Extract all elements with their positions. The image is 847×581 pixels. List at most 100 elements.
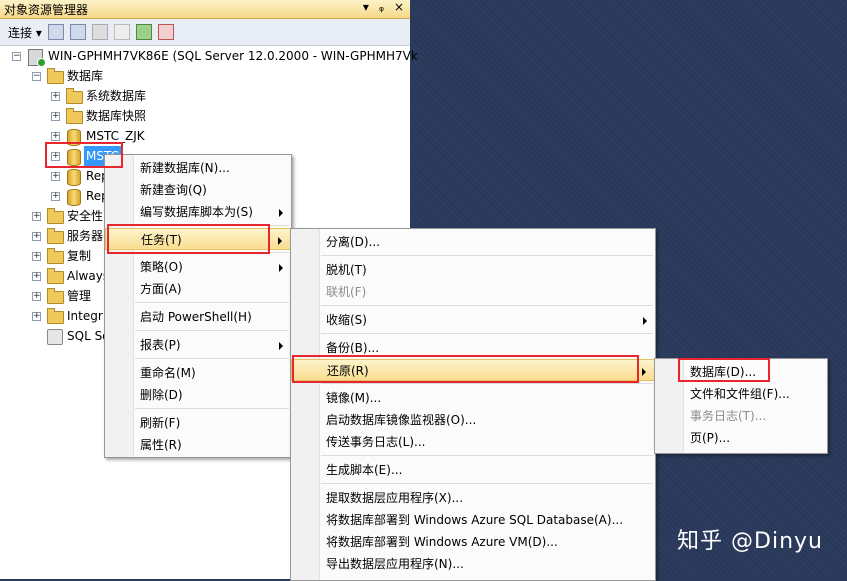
server-icon	[28, 49, 46, 67]
menu-item-extract-dac[interactable]: 提取数据层应用程序(X)...	[291, 487, 655, 509]
menu-item-restore-log[interactable]: 事务日志(T)...	[655, 405, 827, 427]
menu-item-powershell[interactable]: 启动 PowerShell(H)	[105, 306, 291, 328]
menu-item-restore-files[interactable]: 文件和文件组(F)...	[655, 383, 827, 405]
menu-item-restore-page[interactable]: 页(P)...	[655, 427, 827, 449]
expand-icon[interactable]: +	[32, 272, 41, 281]
menu-item-new-database[interactable]: 新建数据库(N)...	[105, 157, 291, 179]
server-objects-label: 服务器	[67, 229, 104, 243]
menu-item-reports[interactable]: 报表(P)	[105, 334, 291, 356]
tree-node-databases[interactable]: − 数据库	[0, 66, 410, 86]
pin-icon[interactable]: ᵩ	[379, 0, 384, 14]
menu-item-label: 页(P)...	[690, 431, 731, 445]
menu-item-facets[interactable]: 方面(A)	[105, 278, 291, 300]
system-databases-label: 系统数据库	[86, 89, 147, 103]
expand-icon[interactable]: +	[32, 312, 41, 321]
expand-icon[interactable]: +	[51, 192, 60, 201]
connect-explorer-icon[interactable]	[47, 24, 64, 40]
folder-icon	[47, 288, 64, 304]
menu-item-shrink[interactable]: 收缩(S)	[291, 309, 655, 331]
menu-item-label: 新建数据库(N)...	[140, 161, 230, 175]
menu-item-refresh[interactable]: 刷新(F)	[105, 412, 291, 434]
chevron-down-icon: ▾	[35, 25, 42, 40]
snapshots-label: 数据库快照	[86, 109, 147, 123]
menu-separator	[135, 358, 289, 359]
menu-item-policies[interactable]: 策略(O)	[105, 256, 291, 278]
menu-separator	[135, 330, 289, 331]
expand-icon[interactable]: +	[51, 92, 60, 101]
menu-item-log-shipping[interactable]: 传送事务日志(L)...	[291, 431, 655, 453]
folder-icon	[47, 268, 64, 284]
menu-item-properties[interactable]: 属性(R)	[105, 434, 291, 456]
disconnect-icon[interactable]	[69, 24, 86, 40]
databases-label: 数据库	[67, 69, 104, 83]
menu-item-detach[interactable]: 分离(D)...	[291, 231, 655, 253]
menu-item-label: 收缩(S)	[326, 313, 367, 327]
menu-item-deploy-azure-vm[interactable]: 将数据库部署到 Windows Azure VM(D)...	[291, 531, 655, 553]
menu-item-label: 启动 PowerShell(H)	[140, 310, 252, 324]
menu-item-export-dac[interactable]: 导出数据层应用程序(N)...	[291, 553, 655, 575]
refresh-icon[interactable]	[135, 24, 152, 40]
tree-node-server[interactable]: − WIN-GPHMH7VK86E (SQL Server 12.0.2000 …	[0, 46, 418, 67]
tree-node-system-databases[interactable]: + 系统数据库	[0, 86, 410, 106]
close-icon[interactable]: ×	[394, 0, 404, 14]
menu-item-label: 导出数据层应用程序(N)...	[326, 557, 464, 571]
menu-item-label: 删除(D)	[140, 388, 183, 402]
menu-item-mirror-monitor[interactable]: 启动数据库镜像监视器(O)...	[291, 409, 655, 431]
integration-label: Integr	[67, 309, 103, 323]
folder-icon	[47, 248, 64, 264]
expand-icon[interactable]: +	[51, 172, 60, 181]
filter-icon[interactable]	[113, 24, 130, 40]
replication-label: 复制	[67, 249, 92, 263]
folder-icon	[47, 68, 64, 84]
summary-icon[interactable]	[157, 24, 174, 40]
stop-icon[interactable]	[91, 24, 108, 40]
dropdown-icon[interactable]: ▾	[363, 0, 369, 14]
menu-item-label: 刷新(F)	[140, 416, 181, 430]
menu-separator	[321, 383, 653, 384]
database-icon	[67, 169, 81, 186]
menu-item-bring-online[interactable]: 联机(F)	[291, 281, 655, 303]
expand-icon[interactable]: +	[32, 212, 41, 221]
context-menu: 新建数据库(N)... 新建查询(Q) 编写数据库脚本为(S) 任务(T) 策略…	[104, 154, 292, 458]
folder-icon	[47, 228, 64, 244]
menu-separator	[135, 408, 289, 409]
menu-item-rename[interactable]: 重命名(M)	[105, 362, 291, 384]
folder-icon	[47, 308, 64, 324]
expand-icon[interactable]: +	[51, 132, 60, 141]
menu-item-delete[interactable]: 删除(D)	[105, 384, 291, 406]
panel-toolbar: 连接 ▾	[0, 19, 410, 46]
submenu-arrow-icon	[279, 342, 283, 350]
collapse-icon[interactable]: −	[32, 72, 41, 81]
collapse-icon[interactable]: −	[12, 52, 21, 61]
expand-icon[interactable]: +	[51, 112, 60, 121]
menu-item-label: 文件和文件组(F)...	[690, 387, 790, 401]
menu-item-label: 提取数据层应用程序(X)...	[326, 491, 464, 505]
menu-item-label: 联机(F)	[326, 285, 367, 299]
menu-item-label: 镜像(M)...	[326, 391, 382, 405]
menu-item-label: 生成脚本(E)...	[326, 463, 403, 477]
annotation-box-tasks	[107, 224, 270, 254]
menu-item-generate-scripts[interactable]: 生成脚本(E)...	[291, 459, 655, 481]
menu-item-mirror[interactable]: 镜像(M)...	[291, 387, 655, 409]
submenu-arrow-icon	[278, 237, 282, 245]
expand-icon[interactable]: +	[32, 292, 41, 301]
expand-icon[interactable]: +	[32, 232, 41, 241]
folder-icon	[47, 208, 64, 224]
submenu-arrow-icon	[643, 317, 647, 325]
submenu-arrow-icon	[279, 264, 283, 272]
menu-item-label: 将数据库部署到 Windows Azure SQL Database(A)...	[326, 513, 624, 527]
tree-node-snapshots[interactable]: + 数据库快照	[0, 106, 410, 126]
menu-item-script-database[interactable]: 编写数据库脚本为(S)	[105, 201, 291, 223]
annotation-box-restore-database	[678, 358, 770, 382]
menu-separator	[135, 302, 289, 303]
annotation-box-database	[45, 142, 123, 168]
menu-item-label: 属性(R)	[140, 438, 182, 452]
security-label: 安全性	[67, 209, 104, 223]
menu-item-new-query[interactable]: 新建查询(Q)	[105, 179, 291, 201]
menu-item-deploy-azure-sql[interactable]: 将数据库部署到 Windows Azure SQL Database(A)...	[291, 509, 655, 531]
menu-item-take-offline[interactable]: 脱机(T)	[291, 259, 655, 281]
expand-icon[interactable]: +	[32, 252, 41, 261]
connect-button[interactable]: 连接 ▾	[8, 24, 42, 41]
menu-item-label: 编写数据库脚本为(S)	[140, 205, 253, 219]
menu-item-label: 新建查询(Q)	[140, 183, 207, 197]
